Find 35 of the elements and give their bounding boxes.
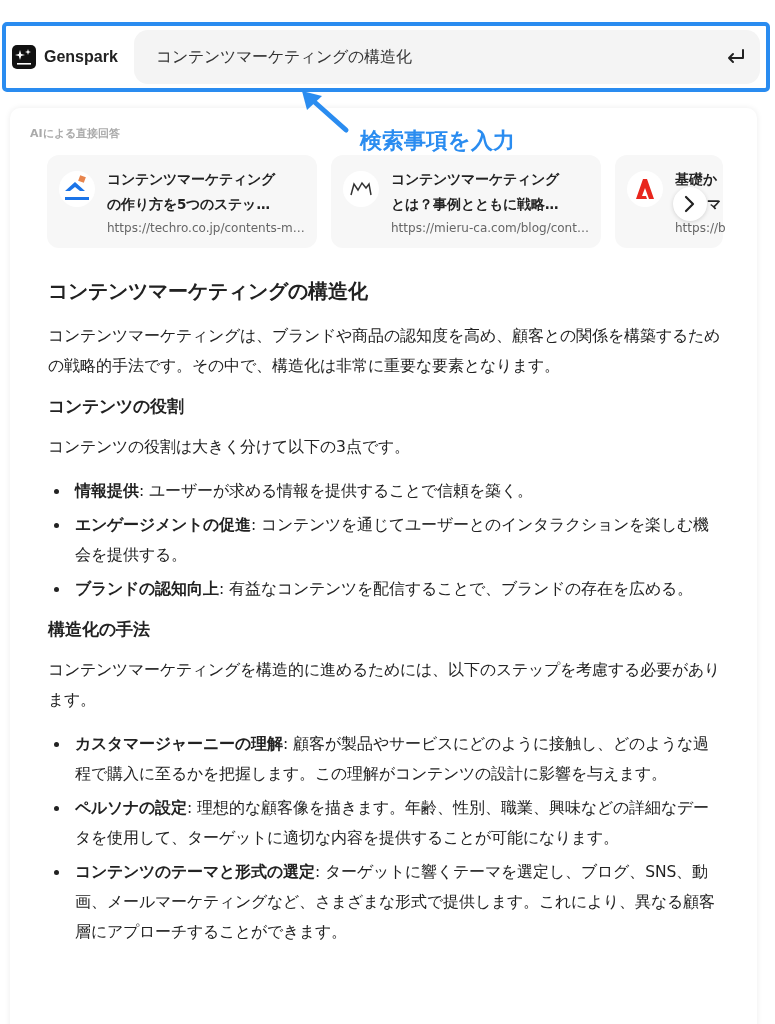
list-item: ペルソナの設定: 理想的な顧客像を描きます。年齢、性別、職業、興味などの詳細なデータを使用して、ターゲットに適切な内容を提供することが可能になります。 (48, 793, 724, 853)
answer-title: コンテンツマーケティングの構造化 (48, 278, 369, 305)
source-card[interactable]: コンテンツマーケティング とは？事例とともに戦略… https://mieru-ca.com/blog/cont… (331, 155, 601, 248)
source-card[interactable]: 基礎か マ https://b (615, 155, 723, 248)
paragraph: コンテンツマーケティングを構造的に進めるためには、以下のステップを考慮する必要があります。 (48, 660, 721, 711)
list-item: エンゲージメントの促進: コンテンツを通じてユーザーとのインタラクションを楽しむ機会を提供する。 (48, 510, 724, 570)
source-title-line: マ (707, 195, 721, 214)
list-item: コンテンツのテーマと形式の選定: ターゲットに響くテーマを選定し、ブログ、SNS、動画、メールマーケティングなど、さまざまな形式で提供します。これにより、異なる顧客層にアプローチすることができます。 (48, 857, 724, 947)
search-field[interactable]: コンテンツマーケティングの構造化 (153, 46, 726, 68)
source-url: https://b (675, 221, 723, 235)
source-title-line: コンテンツマーケティング (391, 170, 559, 189)
source-url: https://mieru-ca.com/blog/cont… (391, 221, 589, 235)
annotation-label: 検索事項を入力 (360, 127, 515, 155)
source-title-line: コンテンツマーケティング (107, 170, 275, 189)
brand-name: Genspark (44, 48, 118, 66)
sparkle-logo-icon (12, 45, 36, 69)
source-card[interactable]: コンテンツマーケティング の作り方を5つのステッ… https://techro.co.jp/contents-m… (47, 155, 317, 248)
paragraph: コンテンツマーケティングは、ブランドや商品の認知度を高め、顧客との関係を構築するための戦略的手法です。その中で、構造化は非常に重要な要素となります。 (48, 326, 721, 377)
section-heading: 構造化の手法 (48, 618, 151, 641)
site-logo-icon (343, 171, 379, 207)
section-label: AIによる直接回答 (30, 126, 120, 141)
list-item: ブランドの認知向上: 有益なコンテンツを配信することで、ブランドの存在を広める。 (48, 574, 724, 604)
site-logo-icon (627, 171, 663, 207)
source-url: https://techro.co.jp/contents-m… (107, 221, 305, 235)
enter-icon[interactable] (726, 49, 746, 65)
source-title-line: 基礎か (675, 170, 717, 189)
list-item: カスタマージャーニーの理解: 顧客が製品やサービスにどのように接触し、どのような過程で購入に至るかを把握します。この理解がコンテンツの設計に影響を与えます。 (48, 729, 724, 789)
source-title-line: とは？事例とともに戦略… (391, 195, 559, 214)
paragraph: コンテンツの役割は大きく分けて以下の3点です。 (48, 437, 411, 458)
list-item: 情報提供: ユーザーが求める情報を提供することで信頼を築く。 (48, 476, 724, 506)
search-bar[interactable]: コンテンツマーケティングの構造化 (133, 30, 760, 84)
source-title-line: の作り方を5つのステッ… (107, 195, 270, 214)
chevron-right-icon (684, 195, 696, 213)
site-logo-icon (59, 171, 95, 207)
section-heading: コンテンツの役割 (48, 395, 185, 418)
